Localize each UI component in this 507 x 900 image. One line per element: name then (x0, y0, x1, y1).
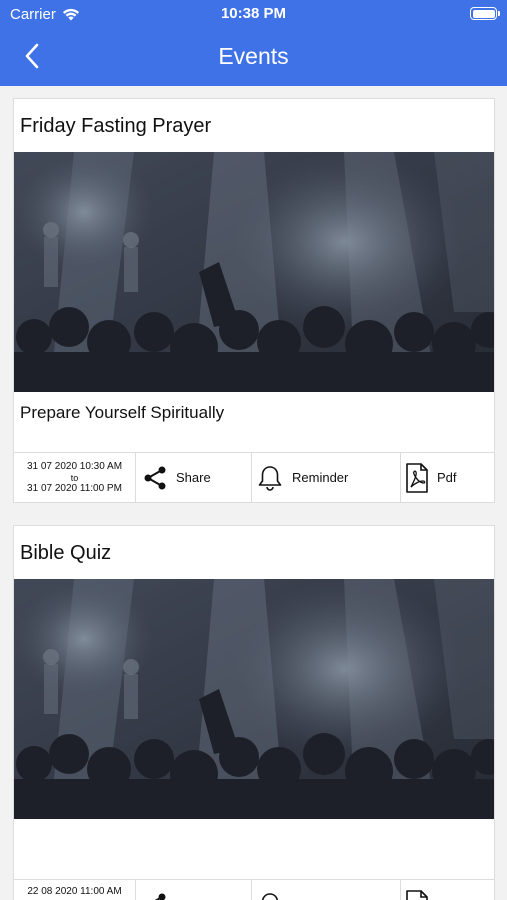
bell-icon (258, 465, 282, 491)
pdf-button[interactable]: Pdf (401, 453, 494, 502)
reminder-button[interactable] (252, 880, 401, 900)
event-card[interactable]: Friday Fasting Prayer Prepare Yourself S… (13, 98, 495, 503)
reminder-label: Reminder (292, 470, 349, 485)
status-bar: Carrier 10:38 PM (0, 0, 507, 28)
event-description (14, 819, 494, 879)
share-button[interactable] (136, 880, 252, 900)
event-description: Prepare Yourself Spiritually (20, 403, 225, 422)
share-icon (144, 466, 166, 489)
event-start: 22 08 2020 11:00 AM (27, 886, 122, 897)
pdf-icon (406, 462, 428, 493)
battery-icon (470, 7, 500, 20)
status-time: 10:38 PM (220, 5, 287, 22)
event-date-range: 31 07 2020 10:30 AM to 31 07 2020 11:00 … (14, 453, 136, 502)
pdf-button[interactable] (401, 880, 494, 900)
event-image (14, 152, 494, 392)
events-list[interactable]: Friday Fasting Prayer Prepare Yourself S… (0, 86, 507, 900)
share-button[interactable]: Share (136, 453, 252, 502)
reminder-button[interactable]: Reminder (252, 453, 401, 502)
event-to: to (70, 472, 79, 483)
share-icon (153, 893, 166, 900)
pdf-label: Pdf (437, 470, 457, 485)
event-actions: 31 07 2020 10:30 AM to 31 07 2020 11:00 … (14, 452, 494, 502)
pdf-icon (406, 889, 428, 900)
event-title: Friday Fasting Prayer (20, 115, 212, 137)
event-image (14, 579, 494, 819)
event-end: 31 07 2020 11:00 PM (27, 482, 122, 494)
bell-icon (261, 892, 279, 900)
page-title: Events (218, 43, 289, 69)
event-actions: 22 08 2020 11:00 AM (14, 879, 494, 900)
event-date-range: 22 08 2020 11:00 AM (14, 880, 136, 900)
nav-bar: Carrier 10:38 PM Events (0, 0, 507, 86)
event-card[interactable]: Bible Quiz 22 08 2020 11:00 AM (13, 525, 495, 900)
share-label: Share (176, 470, 211, 485)
event-start: 31 07 2020 10:30 AM (26, 460, 123, 472)
event-title: Bible Quiz (20, 542, 112, 564)
